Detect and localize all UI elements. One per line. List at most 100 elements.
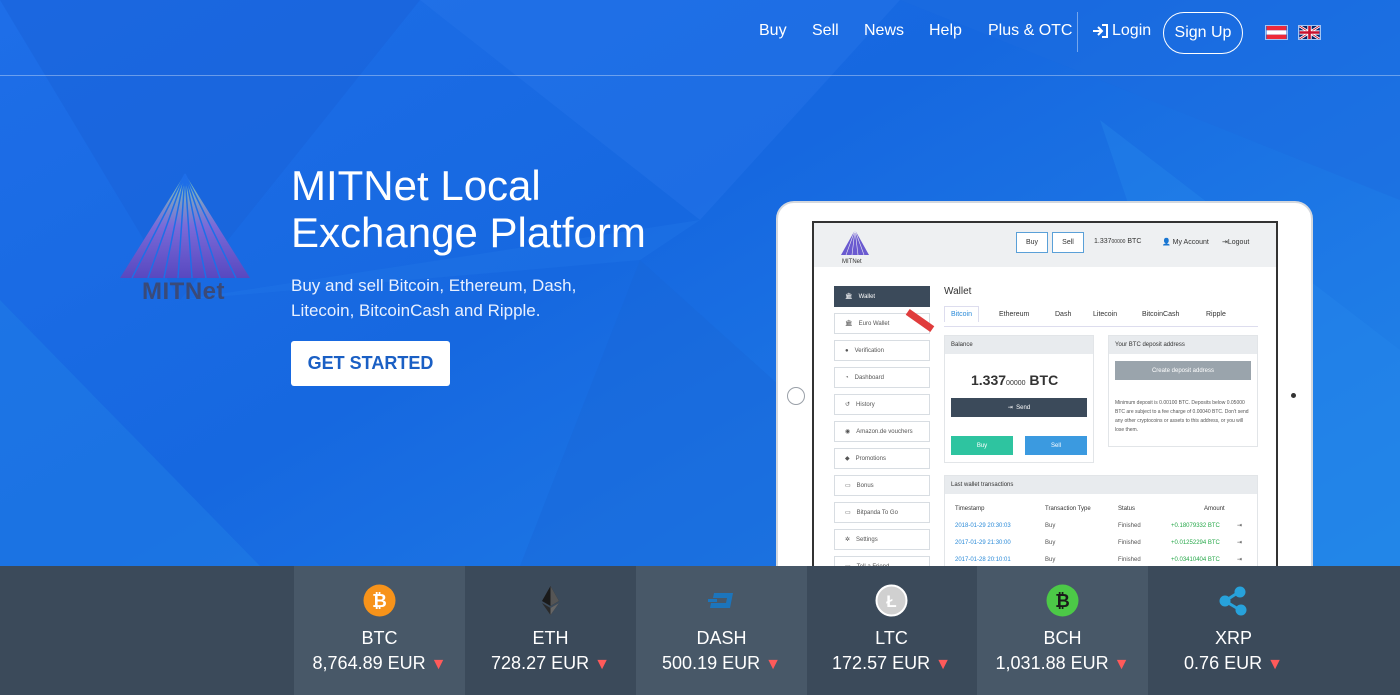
side-settings-label: Settings <box>856 536 878 543</box>
card-icon: ▭ <box>845 510 851 516</box>
mini-logo-icon <box>841 229 869 256</box>
austria-flag-icon[interactable] <box>1265 25 1288 40</box>
tx-status: Finished <box>1118 523 1141 529</box>
my-account-label: My Account <box>1172 239 1209 246</box>
deposit-header: Your BTC deposit address <box>1109 336 1257 354</box>
nav-sell[interactable]: Sell <box>812 22 839 40</box>
side-amazon: ◉ Amazon.de vouchers <box>834 421 930 442</box>
tx-status: Finished <box>1118 557 1141 563</box>
side-to-go-label: Bitpanda To Go <box>856 509 898 516</box>
hero-title: MITNet Local Exchange Platform <box>291 162 646 256</box>
ticker-price-value: 172.57 EUR <box>832 653 931 673</box>
ticker-price: 1,031.88 EUR ▼ <box>977 653 1148 674</box>
tx-time: 2018-01-29 20:30:03 <box>955 523 1011 529</box>
ripple-icon <box>1219 586 1247 616</box>
ticker-symbol: BCH <box>1043 628 1082 648</box>
side-promotions-label: Promotions <box>855 455 886 462</box>
bank-icon: 🏛 <box>845 294 853 300</box>
ticker-symbol: LTC <box>875 628 908 648</box>
ticker-price-value: 728.27 EUR <box>491 653 590 673</box>
tx-amount: +0.01252294 BTC <box>1171 540 1220 546</box>
ticker-bch[interactable]: ₿ BCH 1,031.88 EUR ▼ <box>977 566 1148 695</box>
tx-type: Buy <box>1045 540 1056 546</box>
tx-time: 2017-01-28 20:10:01 <box>955 557 1011 563</box>
ticker-dash[interactable]: DASH 500.19 EUR ▼ <box>636 566 807 695</box>
login-link[interactable]: Login <box>1092 22 1151 40</box>
tx-col-amount: Amount <box>1204 506 1225 512</box>
wallet-buy-button: Buy <box>951 436 1013 455</box>
deposit-note: Minimum deposit is 0.00100 BTC. Deposits… <box>1115 400 1249 433</box>
side-dashboard-label: Dashboard <box>854 374 884 381</box>
price-ticker: ₿ BTC 8,764.89 EUR ▼ ETH 728.27 EUR ▼ DA… <box>0 566 1400 695</box>
down-arrow-icon: ▼ <box>1267 656 1283 673</box>
ticker-price-value: 500.19 EUR <box>662 653 761 673</box>
logo-wordmark: MITNet <box>142 278 225 305</box>
ticker-price-value: 8,764.89 EUR <box>312 653 426 673</box>
down-arrow-icon: ▼ <box>594 656 610 673</box>
side-dashboard: ◔ Dashboard <box>834 367 930 388</box>
tx-detail-icon: ⇥ <box>1237 523 1243 529</box>
side-promotions: ◆ Promotions <box>834 448 930 469</box>
signup-button[interactable]: Sign Up <box>1163 12 1243 54</box>
gear-icon: ✲ <box>845 537 851 543</box>
side-euro-wallet: 🏛 Euro Wallet <box>834 309 935 334</box>
send-icon: ⇥ <box>1007 405 1013 411</box>
svg-text:₿: ₿ <box>372 591 387 611</box>
app-buy-button: Buy <box>1016 232 1048 253</box>
tx-detail-icon: ⇥ <box>1237 540 1243 546</box>
get-started-button[interactable]: GET STARTED <box>291 341 450 386</box>
tx-col-status: Status <box>1118 506 1136 512</box>
svg-text:Ł: Ł <box>886 592 896 611</box>
ticker-eth[interactable]: ETH 728.27 EUR ▼ <box>465 566 636 695</box>
ticker-btc[interactable]: ₿ BTC 8,764.89 EUR ▼ <box>294 566 465 695</box>
side-settings: ✲ Settings <box>834 529 930 550</box>
nav-plus-otc[interactable]: Plus & OTC <box>988 22 1072 40</box>
side-verification: ● Verification <box>834 340 930 361</box>
tablet-screen: MITNet Buy Sell 1.33700000 BTC 👤 My Acco… <box>812 221 1278 581</box>
ticker-ltc[interactable]: Ł LTC 172.57 EUR ▼ <box>806 566 977 695</box>
dot-icon: ● <box>845 347 849 354</box>
tx-col-type: Transaction Type <box>1045 506 1091 512</box>
side-wallet: 🏛 Wallet <box>834 286 930 307</box>
side-amazon-label: Amazon.de vouchers <box>856 428 913 435</box>
nav-help[interactable]: Help <box>929 22 962 40</box>
litecoin-icon: Ł <box>875 584 908 617</box>
down-arrow-icon: ▼ <box>935 656 951 673</box>
mini-logo-text: MITNet <box>842 259 862 265</box>
tx-time: 2017-01-29 21:30:00 <box>955 540 1011 546</box>
nav-buy[interactable]: Buy <box>759 22 787 40</box>
balance-main: 1.337 <box>971 372 1007 388</box>
side-to-go: ▭ Bitpanda To Go <box>834 502 930 523</box>
balance-small: 00000 <box>1006 380 1026 387</box>
down-arrow-icon: ▼ <box>765 656 781 673</box>
ticker-price: 172.57 EUR ▼ <box>806 653 977 674</box>
side-euro-wallet-label: Euro Wallet <box>858 320 890 327</box>
svg-text:₿: ₿ <box>1055 591 1070 611</box>
coin-tab-litecoin: Litecoin <box>1093 311 1118 318</box>
ticker-symbol: BTC <box>361 628 398 648</box>
app-header: MITNet Buy Sell 1.33700000 BTC 👤 My Acco… <box>814 223 1276 267</box>
tx-status: Finished <box>1118 540 1141 546</box>
new-ribbon <box>905 309 935 332</box>
dashboard-icon: ◔ <box>845 374 849 381</box>
ticker-price-value: 0.76 EUR <box>1184 653 1263 673</box>
tx-type: Buy <box>1045 523 1056 529</box>
ticker-price: 728.27 EUR ▼ <box>465 653 636 674</box>
side-history-label: History <box>856 401 875 408</box>
nav-news[interactable]: News <box>864 22 904 40</box>
uk-flag-icon[interactable] <box>1298 25 1321 40</box>
ticker-xrp[interactable]: XRP 0.76 EUR ▼ <box>1148 566 1319 695</box>
coin-tab-dash: Dash <box>1055 311 1072 318</box>
hero-subtitle: Buy and sell Bitcoin, Ethereum, Dash, Li… <box>291 276 577 320</box>
dash-icon <box>708 593 733 608</box>
ticker-price: 0.76 EUR ▼ <box>1148 653 1319 674</box>
ethereum-icon <box>542 586 559 615</box>
bank-icon: 🏛 <box>845 321 853 327</box>
app-balance-unit: BTC <box>1127 238 1142 245</box>
ticker-price: 500.19 EUR ▼ <box>636 653 807 674</box>
logout-label: Logout <box>1227 239 1250 246</box>
app-balance: 1.33700000 BTC <box>1094 238 1141 245</box>
down-arrow-icon: ▼ <box>430 656 447 673</box>
app-balance-value: 1.337 <box>1094 238 1112 245</box>
balance-unit: BTC <box>1029 372 1059 388</box>
